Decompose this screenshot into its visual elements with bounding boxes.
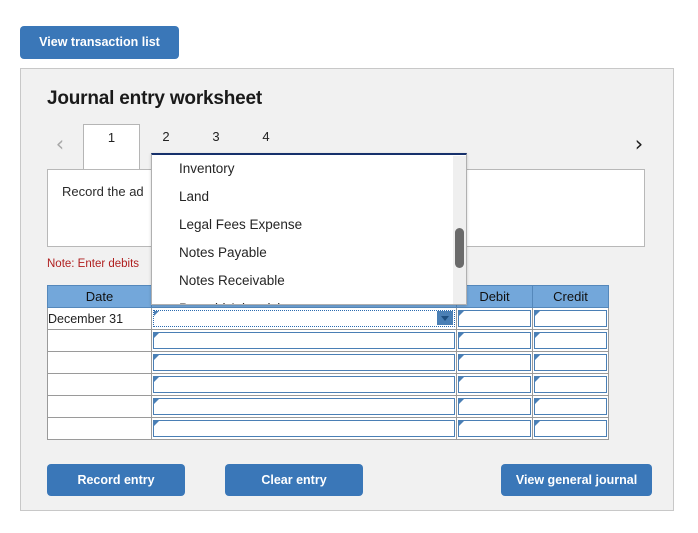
account-dropdown-list[interactable]: Inventory Land Legal Fees Expense Notes …	[151, 153, 467, 305]
credit-input[interactable]	[534, 376, 607, 393]
debit-input[interactable]	[458, 398, 531, 415]
table-row	[47, 329, 609, 352]
tab-4-label: 4	[262, 129, 270, 144]
tab-1[interactable]: 1	[83, 124, 140, 170]
chevron-down-icon[interactable]	[437, 311, 453, 325]
table-row	[47, 351, 609, 374]
dropdown-option-land[interactable]: Land	[152, 183, 466, 211]
cell-account[interactable]	[151, 307, 457, 330]
next-page-icon[interactable]: ›	[628, 130, 650, 158]
dropdown-scrollbar[interactable]	[453, 156, 466, 304]
account-select-input[interactable]	[153, 310, 455, 327]
cell-date[interactable]	[47, 417, 152, 440]
cell-debit[interactable]	[456, 395, 533, 418]
journal-entry-page: View transaction list Journal entry work…	[0, 0, 698, 533]
credit-input[interactable]	[534, 420, 607, 437]
cell-credit[interactable]	[532, 351, 609, 374]
dropdown-option-notes-payable[interactable]: Notes Payable	[152, 239, 466, 267]
cell-credit[interactable]	[532, 373, 609, 396]
column-header-credit: Credit	[532, 285, 609, 308]
credit-input[interactable]	[534, 332, 607, 349]
record-entry-button[interactable]: Record entry	[47, 464, 185, 496]
cell-account[interactable]	[151, 351, 457, 374]
cell-account[interactable]	[151, 373, 457, 396]
cell-date[interactable]	[47, 329, 152, 352]
tab-2-label: 2	[162, 129, 170, 144]
tab-3-label: 3	[212, 129, 220, 144]
cell-date[interactable]	[47, 395, 152, 418]
cell-credit[interactable]	[532, 417, 609, 440]
table-row	[47, 417, 609, 440]
dropdown-scrollbar-thumb[interactable]	[455, 228, 464, 268]
page-title: Journal entry worksheet	[47, 88, 263, 109]
cell-credit[interactable]	[532, 329, 609, 352]
cell-account[interactable]	[151, 395, 457, 418]
cell-debit[interactable]	[456, 373, 533, 396]
view-general-journal-button[interactable]: View general journal	[501, 464, 652, 496]
cell-date[interactable]: December 31	[47, 307, 152, 330]
cell-date[interactable]	[47, 373, 152, 396]
debit-input[interactable]	[458, 354, 531, 371]
cell-account[interactable]	[151, 417, 457, 440]
cell-credit[interactable]	[532, 307, 609, 330]
cell-debit[interactable]	[456, 329, 533, 352]
debits-note: Note: Enter debits	[47, 258, 140, 270]
cell-debit[interactable]	[456, 351, 533, 374]
column-header-date: Date	[47, 285, 152, 308]
clear-entry-button[interactable]: Clear entry	[225, 464, 363, 496]
cell-account[interactable]	[151, 329, 457, 352]
debit-input[interactable]	[458, 420, 531, 437]
table-row	[47, 373, 609, 396]
credit-input[interactable]	[534, 398, 607, 415]
debit-input[interactable]	[458, 310, 531, 327]
debit-input[interactable]	[458, 376, 531, 393]
cell-date[interactable]	[47, 351, 152, 374]
credit-input[interactable]	[534, 310, 607, 327]
account-select-input[interactable]	[153, 420, 455, 437]
dropdown-option-legal-fees-expense[interactable]: Legal Fees Expense	[152, 211, 466, 239]
credit-input[interactable]	[534, 354, 607, 371]
journal-entry-table: Date Debit Credit December 31	[47, 285, 609, 440]
transaction-description-text: Record the ad	[62, 184, 144, 199]
debit-input[interactable]	[458, 332, 531, 349]
prev-page-icon[interactable]: ‹	[49, 130, 71, 158]
dropdown-option-notes-receivable[interactable]: Notes Receivable	[152, 267, 466, 295]
cell-debit[interactable]	[456, 307, 533, 330]
dropdown-option-inventory[interactable]: Inventory	[152, 155, 466, 183]
account-select-input[interactable]	[153, 398, 455, 415]
table-row	[47, 395, 609, 418]
account-select-input[interactable]	[153, 354, 455, 371]
account-select-input[interactable]	[153, 332, 455, 349]
tab-1-label: 1	[107, 130, 116, 145]
view-transaction-list-button[interactable]: View transaction list	[20, 26, 179, 59]
account-select-input[interactable]	[153, 376, 455, 393]
column-header-debit: Debit	[456, 285, 533, 308]
dropdown-option-prepaid-advertising[interactable]: Prepaid Advertising	[152, 295, 466, 304]
table-row: December 31	[47, 307, 609, 330]
cell-debit[interactable]	[456, 417, 533, 440]
cell-credit[interactable]	[532, 395, 609, 418]
